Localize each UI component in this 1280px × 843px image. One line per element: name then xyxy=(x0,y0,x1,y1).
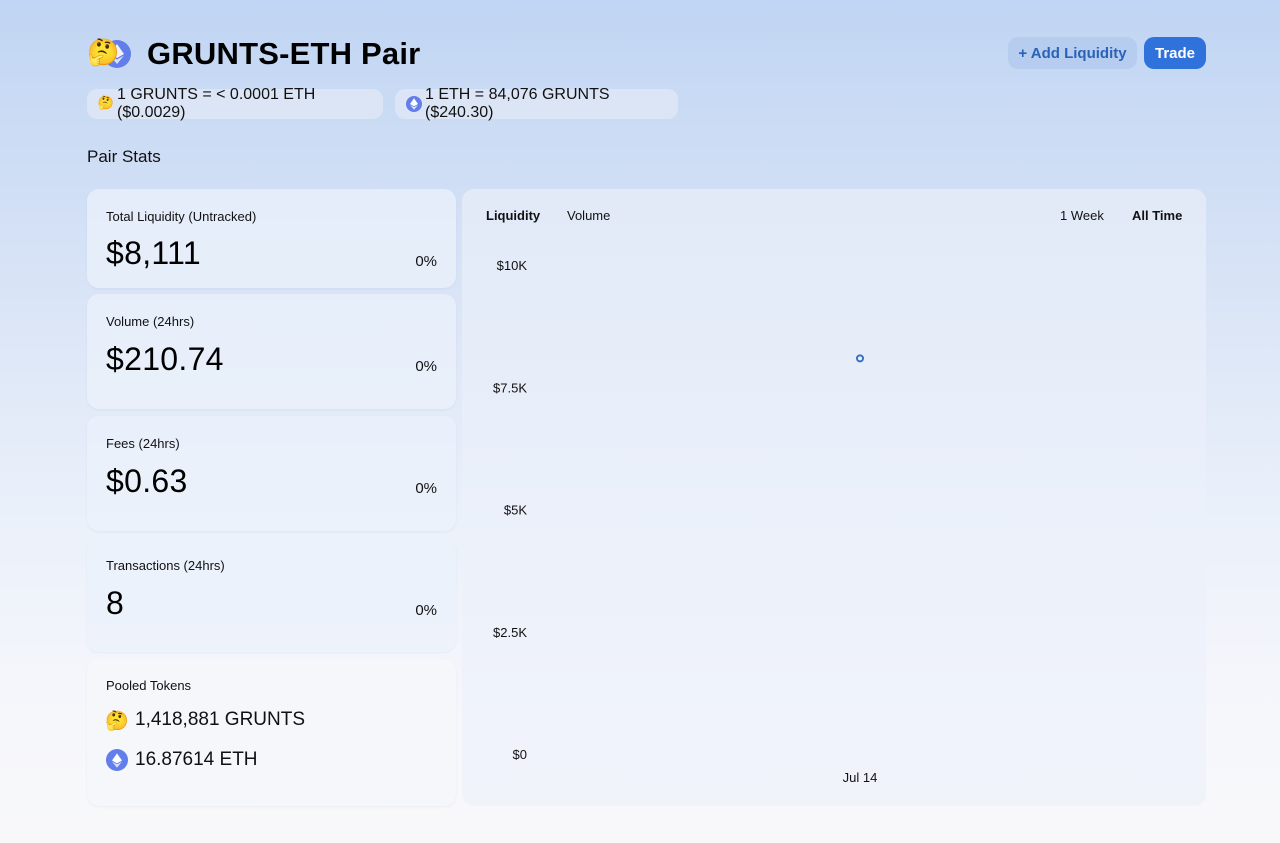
thinking-face-icon: 🤔 xyxy=(105,709,129,732)
stat-label: Fees (24hrs) xyxy=(106,436,180,451)
pooled-tokens-card: Pooled Tokens 🤔 1,418,881 GRUNTS 16.8761… xyxy=(87,659,456,806)
pooled-token-row[interactable]: 🤔 1,418,881 GRUNTS xyxy=(105,709,306,732)
x-tick-label: Jul 14 xyxy=(843,770,878,785)
token0-price-pill: 🤔 1 GRUNTS = < 0.0001 ETH ($0.0029) xyxy=(87,86,383,121)
y-tick-label: $10K xyxy=(497,258,528,273)
stat-label: Transactions (24hrs) xyxy=(106,558,225,573)
pooled-token1-amount: 16.87614 ETH xyxy=(135,749,258,770)
pooled-token0-amount: 1,418,881 GRUNTS xyxy=(135,709,306,730)
pooled-token-row[interactable]: 16.87614 ETH xyxy=(106,749,258,771)
page-title: GRUNTS-ETH Pair xyxy=(147,36,421,71)
ethereum-icon xyxy=(106,749,128,771)
pair-header: 🤔 GRUNTS-ETH Pair + Add Liquidity Trade xyxy=(87,36,1206,72)
thinking-face-icon: 🤔 xyxy=(97,96,115,111)
stat-value: $8,111 xyxy=(106,235,201,271)
liquidity-chart[interactable]: $10K $7.5K $5K $2.5K $0 Jul 14 xyxy=(462,189,1206,806)
section-title: Pair Stats xyxy=(87,147,161,166)
stat-value: $210.74 xyxy=(106,341,224,377)
stat-change: 0% xyxy=(415,253,437,270)
stat-change: 0% xyxy=(415,480,437,497)
stat-card-volume: Volume (24hrs) $210.74 0% xyxy=(87,294,456,409)
stat-card-liquidity: Total Liquidity (Untracked) $8,111 0% xyxy=(87,189,456,288)
stat-value: 8 xyxy=(106,585,125,621)
stat-label: Volume (24hrs) xyxy=(106,314,195,329)
y-tick-label: $2.5K xyxy=(493,625,527,640)
pair-token-icons: 🤔 xyxy=(87,38,133,70)
trade-button[interactable]: Trade xyxy=(1144,37,1206,69)
y-tick-label: $5K xyxy=(504,503,527,518)
stat-card-fees: Fees (24hrs) $0.63 0% xyxy=(87,416,456,531)
ethereum-icon xyxy=(406,96,422,112)
chart-panel: Liquidity Volume 1 Week All Time $10K $7.… xyxy=(462,189,1206,806)
data-point[interactable] xyxy=(856,354,864,363)
stat-change: 0% xyxy=(415,602,437,619)
pooled-tokens-label: Pooled Tokens xyxy=(106,678,192,693)
token1-price-text: 1 ETH = 84,076 GRUNTS ($240.30) xyxy=(425,86,610,121)
thinking-face-icon: 🤔 xyxy=(87,38,120,68)
stat-change: 0% xyxy=(415,358,437,375)
token1-price-pill: 1 ETH = 84,076 GRUNTS ($240.30) xyxy=(395,86,678,121)
y-tick-label: $0 xyxy=(513,747,527,762)
stat-value: $0.63 xyxy=(106,463,188,499)
token0-price-text: 1 GRUNTS = < 0.0001 ETH ($0.0029) xyxy=(117,86,316,121)
stat-card-transactions: Transactions (24hrs) 8 0% xyxy=(87,538,456,652)
stat-label: Total Liquidity (Untracked) xyxy=(106,209,257,224)
add-liquidity-button[interactable]: + Add Liquidity xyxy=(1008,37,1137,69)
y-tick-label: $7.5K xyxy=(493,380,527,395)
